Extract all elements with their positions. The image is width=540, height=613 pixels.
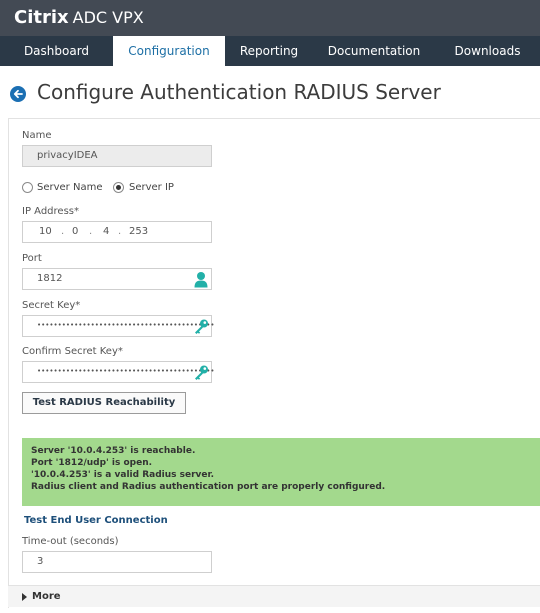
top-bar: Citrix ADC VPX — [0, 0, 540, 36]
user-icon — [194, 272, 208, 288]
brand-bold: Citrix — [14, 7, 69, 28]
test-end-user-connection-link[interactable]: Test End User Connection — [24, 515, 168, 526]
confirm-secret-key-mask: ••••••••••••••••••••••••••••••••••••••••… — [37, 367, 215, 375]
caret-right-icon — [22, 593, 27, 601]
brand-light: ADC VPX — [72, 8, 144, 27]
timeout-value: 3 — [37, 556, 44, 567]
message-line: Port '1812/udp' is open. — [31, 458, 153, 468]
port-value: 1812 — [37, 273, 63, 284]
more-label[interactable]: More — [32, 591, 61, 602]
secret-key-field[interactable]: ••••••••••••••••••••••••••••••••••••••••… — [22, 315, 215, 337]
name-field: privacyIDEA — [22, 145, 212, 167]
port-label: Port — [22, 253, 42, 264]
key-icon — [195, 319, 208, 334]
ip-octet-3[interactable]: 4 — [103, 226, 109, 237]
port-field[interactable]: 1812 — [22, 268, 212, 290]
radio-server-name-label[interactable]: Server Name — [37, 182, 102, 193]
message-line: '10.0.4.253' is a valid Radius server. — [31, 470, 215, 480]
timeout-field[interactable]: 3 — [22, 551, 212, 573]
tab-dashboard[interactable]: Dashboard — [0, 36, 113, 66]
confirm-secret-key-label: Confirm Secret Key* — [22, 346, 123, 357]
brand-logo: Citrix ADC VPX — [14, 7, 144, 28]
page-title: Configure Authentication RADIUS Server — [37, 80, 441, 104]
timeout-label: Time-out (seconds) — [22, 536, 119, 547]
ip-dot: . — [89, 226, 93, 237]
more-section-toggle[interactable]: More — [8, 585, 540, 607]
ip-octet-2[interactable]: 0 — [72, 226, 78, 237]
ip-dot: . — [118, 226, 122, 237]
tab-downloads[interactable]: Downloads — [435, 36, 540, 66]
name-label: Name — [22, 130, 52, 141]
tab-reporting[interactable]: Reporting — [225, 36, 313, 66]
secret-key-label: Secret Key* — [22, 300, 81, 311]
ip-address-field: 10 . 0 . 4 . 253 — [22, 221, 212, 243]
ip-dot: . — [61, 226, 65, 237]
confirm-secret-key-field[interactable]: ••••••••••••••••••••••••••••••••••••••••… — [22, 361, 215, 383]
key-icon — [195, 365, 208, 380]
name-value: privacyIDEA — [37, 150, 98, 161]
secret-key-mask: ••••••••••••••••••••••••••••••••••••••••… — [37, 321, 215, 329]
radio-selected-dot — [116, 185, 121, 190]
message-line: Server '10.0.4.253' is reachable. — [31, 446, 196, 456]
back-arrow-circle-icon[interactable] — [10, 86, 26, 102]
main-nav: Dashboard Configuration Reporting Docume… — [0, 36, 540, 66]
tab-configuration[interactable]: Configuration — [113, 36, 225, 66]
radio-server-ip-label[interactable]: Server IP — [129, 182, 174, 193]
radio-server-ip[interactable] — [113, 182, 124, 193]
ip-address-label: IP Address* — [22, 206, 79, 217]
ip-octet-1[interactable]: 10 — [39, 226, 52, 237]
test-radius-reachability-button[interactable]: Test RADIUS Reachability — [22, 392, 186, 414]
success-message-box: Server '10.0.4.253' is reachable. Port '… — [22, 438, 540, 506]
ip-octet-4[interactable]: 253 — [129, 226, 148, 237]
radio-server-name[interactable] — [22, 182, 33, 193]
tab-documentation[interactable]: Documentation — [313, 36, 435, 66]
message-line: Radius client and Radius authentication … — [31, 482, 386, 492]
